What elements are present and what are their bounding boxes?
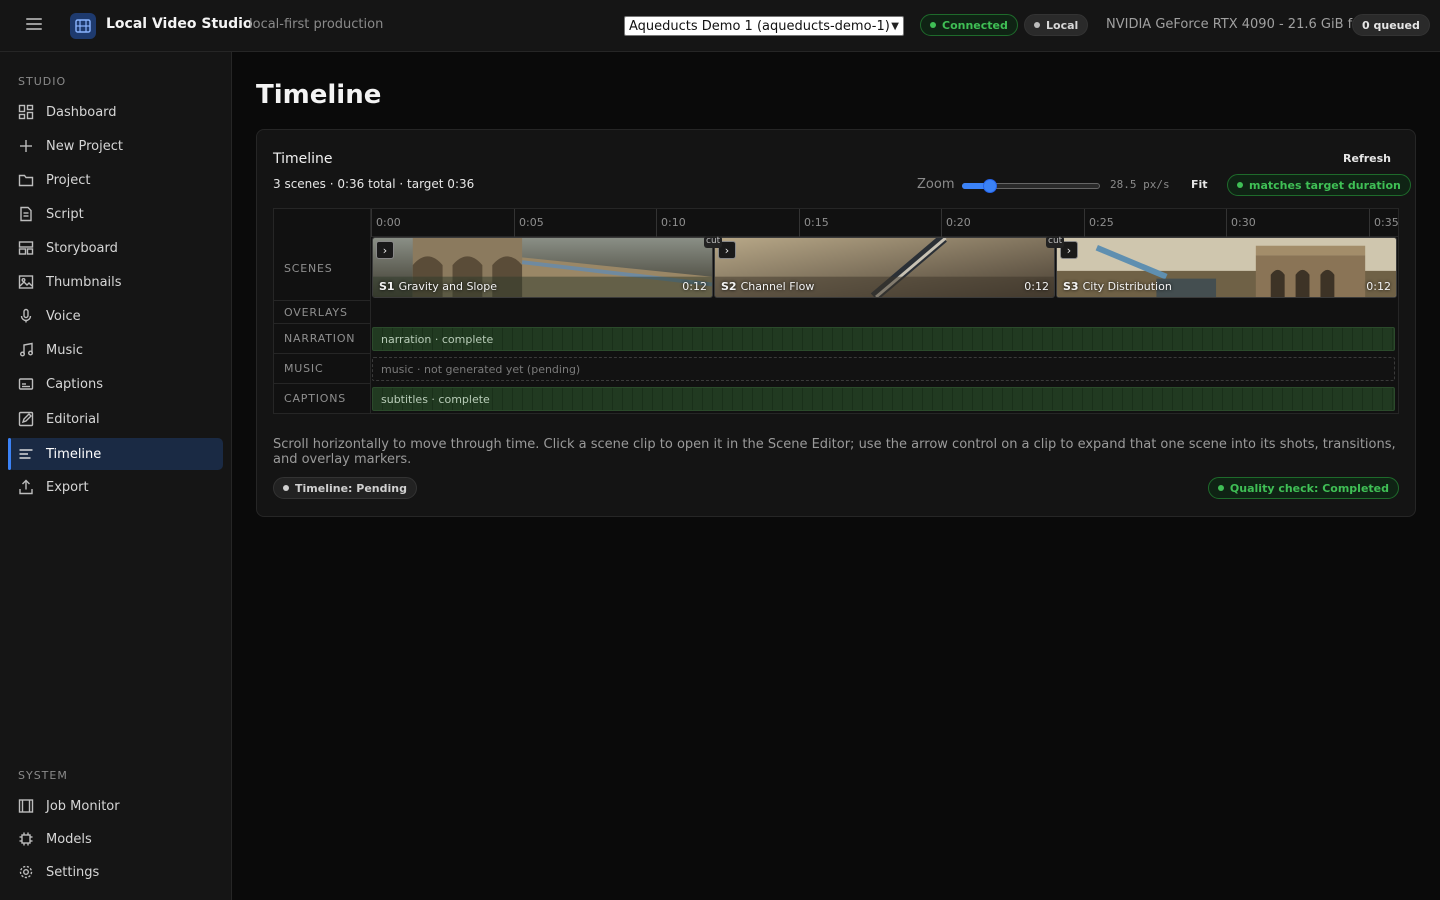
timeline-status-badge: Timeline: Pending: [273, 477, 417, 499]
captions-icon: [18, 376, 34, 392]
sidebar-item-voice[interactable]: Voice: [8, 300, 223, 332]
gpu-status: NVIDIA GeForce RTX 4090 - 21.6 GiB free: [1106, 17, 1374, 32]
sidebar-item-models[interactable]: Models: [8, 823, 223, 855]
quality-status-badge: Quality check: Completed: [1207, 477, 1399, 499]
sidebar-item-captions[interactable]: Captions: [8, 368, 223, 400]
cut-marker[interactable]: cut: [704, 236, 723, 248]
project-select-value: Aqueducts Demo 1 (aqueducts-demo-1): [629, 18, 890, 34]
track-label-scenes: SCENES: [284, 262, 333, 275]
sidebar-item-storyboard[interactable]: Storyboard: [8, 232, 223, 264]
sidebar-item-timeline[interactable]: Timeline: [8, 438, 223, 470]
scene-clip-s2[interactable]: › S2 Channel Flow 0:12: [714, 237, 1055, 298]
timeline-summary: 3 scenes · 0:36 total · target 0:36: [273, 177, 475, 191]
refresh-button[interactable]: Refresh: [1343, 152, 1391, 165]
sidebar-item-editorial[interactable]: Editorial: [8, 403, 223, 435]
ruler-tick: 0:35: [1369, 209, 1399, 237]
ruler-tick: 0:25: [1084, 209, 1114, 237]
narration-track[interactable]: narration · complete: [372, 327, 1395, 351]
chip-icon: [18, 831, 34, 847]
timeline-panel: Timeline Refresh 3 scenes · 0:36 total ·…: [256, 129, 1416, 517]
app-title: Local Video Studio: [106, 16, 253, 32]
timeline-help-text: Scroll horizontally to move through time…: [273, 437, 1396, 467]
scene-clip-duration: 0:12: [682, 280, 707, 293]
scene-clip-title: S1 Gravity and Slope: [379, 280, 497, 293]
music-note-icon: [18, 342, 34, 358]
captions-track[interactable]: subtitles · complete: [372, 387, 1395, 411]
sidebar-item-script[interactable]: Script: [8, 198, 223, 230]
folder-icon: [18, 172, 34, 188]
track-labels: SCENES OVERLAYS NARRATION MUSIC CAPTIONS: [274, 209, 371, 413]
page-title: Timeline: [256, 80, 382, 110]
scene-clip-s3[interactable]: › S3 City Distribution 0:12: [1056, 237, 1397, 298]
storyboard-icon: [18, 240, 34, 256]
fit-button[interactable]: Fit: [1191, 178, 1208, 191]
ruler-tick: 0:00: [371, 209, 401, 237]
sidebar-item-export[interactable]: Export: [8, 471, 223, 503]
expand-scene-button[interactable]: ›: [376, 241, 394, 259]
edit-icon: [18, 411, 34, 427]
timeline-icon: [18, 446, 34, 462]
menu-icon[interactable]: [26, 18, 42, 32]
project-select[interactable]: Aqueducts Demo 1 (aqueducts-demo-1) ▼: [624, 16, 904, 36]
film-icon: [18, 798, 34, 814]
track-label-narration: NARRATION: [284, 332, 356, 345]
time-ruler: 0:00 0:05 0:10 0:15 0:20 0:25 0:30 0:35: [371, 209, 1399, 237]
dashboard-icon: [18, 104, 34, 120]
scene-clip-duration: 0:12: [1024, 280, 1049, 293]
zoom-value: 28.5 px/s: [1110, 178, 1170, 191]
sidebar-item-settings[interactable]: Settings: [8, 856, 223, 888]
ruler-tick: 0:15: [799, 209, 829, 237]
sidebar: STUDIO Dashboard New Project Project Scr…: [0, 52, 232, 900]
connection-status-badge: Connected: [920, 14, 1018, 36]
scene-clip-duration: 0:12: [1366, 280, 1391, 293]
mode-badge: Local: [1024, 14, 1089, 36]
sidebar-item-thumbnails[interactable]: Thumbnails: [8, 266, 223, 298]
zoom-slider-thumb[interactable]: [983, 179, 997, 193]
top-bar: Local Video Studio local-first productio…: [0, 0, 1440, 52]
zoom-slider[interactable]: [962, 179, 1100, 193]
track-label-overlays: OVERLAYS: [284, 306, 348, 319]
scene-clip-title: S2 Channel Flow: [721, 280, 815, 293]
track-label-captions: CAPTIONS: [284, 392, 347, 405]
duration-status-badge: matches target duration: [1227, 174, 1411, 196]
zoom-label: Zoom: [917, 177, 955, 192]
gear-icon: [18, 864, 34, 880]
sidebar-item-project[interactable]: Project: [8, 164, 223, 196]
scene-clip-title: S3 City Distribution: [1063, 280, 1172, 293]
chevron-down-icon: ▼: [891, 20, 899, 32]
timeline-grid[interactable]: SCENES OVERLAYS NARRATION MUSIC CAPTIONS…: [273, 208, 1399, 414]
app-logo-icon: [70, 13, 96, 39]
music-track[interactable]: music · not generated yet (pending): [372, 357, 1395, 381]
ruler-tick: 0:20: [941, 209, 971, 237]
sidebar-item-music[interactable]: Music: [8, 334, 223, 366]
app-subtitle: local-first production: [249, 17, 384, 32]
sidebar-item-dashboard[interactable]: Dashboard: [8, 96, 223, 128]
sidebar-heading-system: SYSTEM: [18, 769, 68, 782]
panel-title: Timeline: [273, 151, 333, 167]
queue-badge[interactable]: 0 queued: [1352, 14, 1430, 36]
track-label-music: MUSIC: [284, 362, 324, 375]
cut-marker[interactable]: cut: [1046, 236, 1065, 248]
plus-icon: [18, 138, 34, 154]
scene-clip-s1[interactable]: › S1 Gravity and Slope 0:12: [372, 237, 713, 298]
sidebar-heading-studio: STUDIO: [18, 75, 67, 88]
ruler-tick: 0:10: [656, 209, 686, 237]
sidebar-item-job-monitor[interactable]: Job Monitor: [8, 790, 223, 822]
export-icon: [18, 479, 34, 495]
image-icon: [18, 274, 34, 290]
ruler-tick: 0:30: [1226, 209, 1256, 237]
sidebar-item-new-project[interactable]: New Project: [8, 130, 223, 162]
microphone-icon: [18, 308, 34, 324]
document-icon: [18, 206, 34, 222]
ruler-tick: 0:05: [514, 209, 544, 237]
